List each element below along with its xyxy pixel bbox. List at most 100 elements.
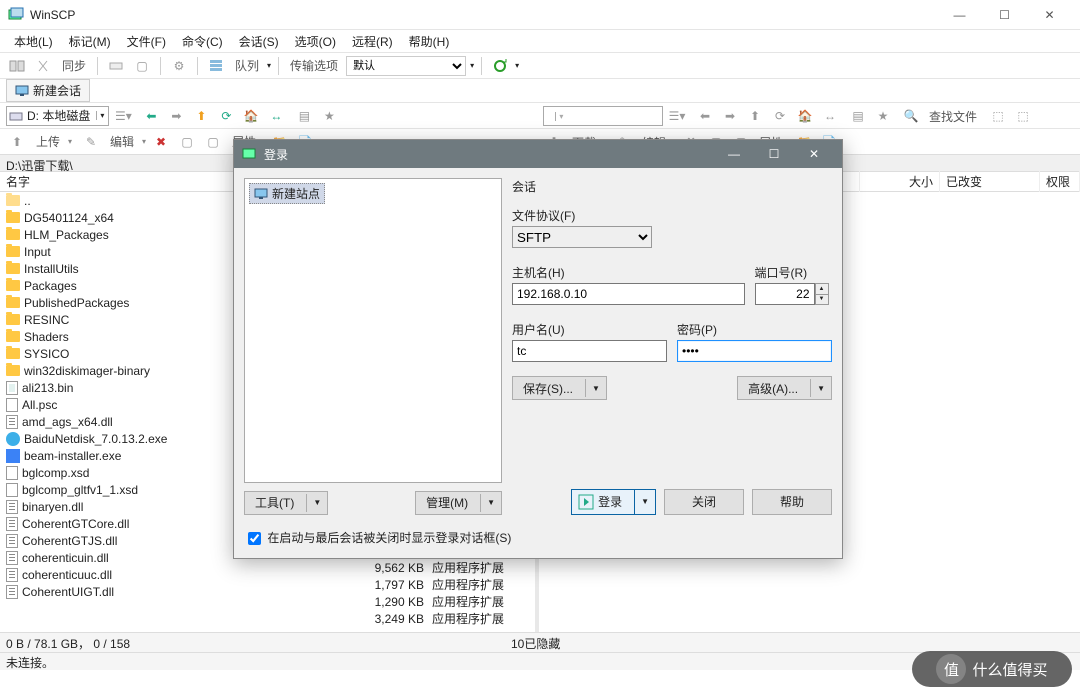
- site-list[interactable]: 新建站点: [244, 178, 502, 483]
- monitor-icon: [15, 85, 29, 97]
- remote-home-icon[interactable]: 🏠: [794, 105, 816, 127]
- remote-back-icon[interactable]: ⬅: [694, 105, 716, 127]
- rcol-date-header[interactable]: 已改变: [940, 171, 1040, 192]
- remote-sync-icon[interactable]: ↔: [819, 105, 841, 127]
- remote-misc-1-icon[interactable]: ⬚: [987, 105, 1009, 127]
- refresh-icon[interactable]: [489, 55, 511, 77]
- login-title-bar[interactable]: 登录 — ☐ ✕: [234, 140, 842, 168]
- protocol-select[interactable]: SFTP: [512, 226, 652, 248]
- menu-mark[interactable]: 标记(M): [63, 31, 117, 52]
- session-group-label: 会话: [512, 178, 832, 195]
- remote-filter-icon[interactable]: ☰▾: [666, 105, 688, 127]
- sync-dir-icon[interactable]: ↔: [265, 105, 287, 127]
- login-dialog: 登录 — ☐ ✕ 新建站点 工具(T)▼ 管理(M)▼: [233, 139, 843, 559]
- login-button[interactable]: 登录 ▼: [571, 489, 656, 515]
- table-row[interactable]: 1,290 KB应用程序扩展: [233, 593, 538, 610]
- host-input[interactable]: [512, 283, 745, 305]
- queue-icon[interactable]: [205, 55, 227, 77]
- remote-up-icon[interactable]: ⬆: [744, 105, 766, 127]
- transfer-options-label: 传输选项: [286, 57, 342, 74]
- menu-help[interactable]: 帮助(H): [403, 31, 456, 52]
- connection-text: 未连接。: [6, 656, 54, 670]
- forward-icon[interactable]: ➡: [165, 105, 187, 127]
- rcol-size-header[interactable]: 大小: [860, 171, 940, 192]
- remote-bookmark-icon[interactable]: ★: [872, 105, 894, 127]
- rename-icon[interactable]: ▢: [176, 131, 198, 153]
- hidden-count: 10已隐藏: [511, 635, 560, 650]
- refresh-local-icon[interactable]: ⟳: [215, 105, 237, 127]
- table-row[interactable]: 3,249 KB应用程序扩展: [233, 610, 538, 627]
- port-spinner[interactable]: ▲▼: [815, 283, 829, 305]
- find-files-icon[interactable]: 🔍: [900, 105, 922, 127]
- bookmark-icon[interactable]: ★: [318, 105, 340, 127]
- login-close-button[interactable]: ✕: [794, 140, 834, 168]
- username-input[interactable]: [512, 340, 667, 362]
- sync-label[interactable]: 同步: [58, 57, 90, 74]
- pass-label: 密码(P): [677, 321, 832, 338]
- window-controls: — ☐ ✕: [937, 0, 1072, 30]
- menu-file[interactable]: 文件(F): [121, 31, 172, 52]
- port-input[interactable]: [755, 283, 815, 305]
- session-tab-bar: 新建会话: [0, 78, 1080, 102]
- transfer-icon[interactable]: [105, 55, 127, 77]
- close-button[interactable]: ✕: [1027, 0, 1072, 30]
- help-dialog-button[interactable]: 帮助: [752, 489, 832, 515]
- remote-misc-2-icon[interactable]: ⬚: [1012, 105, 1034, 127]
- home-icon[interactable]: 🏠: [240, 105, 262, 127]
- login-minimize-button[interactable]: —: [714, 140, 754, 168]
- edit-label[interactable]: 编辑: [106, 133, 138, 150]
- up-icon[interactable]: ⬆: [190, 105, 212, 127]
- props-icon[interactable]: ▢: [202, 131, 224, 153]
- tools-button[interactable]: 工具(T)▼: [244, 491, 328, 515]
- manage-button[interactable]: 管理(M)▼: [415, 491, 502, 515]
- delete-icon[interactable]: ✖: [150, 131, 172, 153]
- menu-session[interactable]: 会话(S): [233, 31, 285, 52]
- watermark-icon: 值: [936, 654, 966, 684]
- remote-forward-icon[interactable]: ➡: [719, 105, 741, 127]
- filter-icon[interactable]: ☰▾: [112, 105, 134, 127]
- table-row[interactable]: 9,562 KB应用程序扩展: [233, 559, 538, 576]
- rcol-perm-header[interactable]: 权限: [1040, 171, 1080, 192]
- protocol-label: 文件协议(F): [512, 207, 832, 224]
- sync-browse-icon[interactable]: [6, 55, 28, 77]
- login-app-icon: [242, 146, 258, 162]
- new-site-label: 新建站点: [272, 185, 320, 202]
- panel-nav-toolbar: D: 本地磁盘 ▾ ☰▾ ⬅ ➡ ⬆ ⟳ 🏠 ↔ ▤ ★ ▾ ☰▾ ⬅ ➡ ⬆ …: [0, 102, 1080, 128]
- login-maximize-button[interactable]: ☐: [754, 140, 794, 168]
- close-dialog-button[interactable]: 关闭: [664, 489, 744, 515]
- menu-command[interactable]: 命令(C): [176, 31, 229, 52]
- title-bar: WinSCP — ☐ ✕: [0, 0, 1080, 30]
- minimize-button[interactable]: —: [937, 0, 982, 30]
- remote-refresh-icon[interactable]: ⟳: [769, 105, 791, 127]
- back-icon[interactable]: ⬅: [140, 105, 162, 127]
- edit-icon[interactable]: ✎: [80, 131, 102, 153]
- app-title: WinSCP: [30, 8, 937, 22]
- remote-drive-combo[interactable]: ▾: [543, 106, 663, 126]
- advanced-button[interactable]: 高级(A)...▼: [737, 376, 832, 400]
- new-site-item[interactable]: 新建站点: [249, 183, 325, 204]
- save-button[interactable]: 保存(S)...▼: [512, 376, 607, 400]
- login-title-text: 登录: [264, 146, 714, 163]
- remote-tree-icon[interactable]: ▤: [847, 105, 869, 127]
- watermark-text: 什么值得买: [972, 659, 1047, 680]
- upload-label[interactable]: 上传: [32, 133, 64, 150]
- new-session-tab[interactable]: 新建会话: [6, 79, 90, 102]
- compare-icon[interactable]: [32, 55, 54, 77]
- menu-local[interactable]: 本地(L): [8, 31, 59, 52]
- queue-label[interactable]: 队列: [231, 57, 263, 74]
- transfer-combo[interactable]: 默认: [346, 56, 466, 76]
- settings-icon[interactable]: ⚙: [168, 55, 190, 77]
- find-files-label[interactable]: 查找文件: [925, 108, 981, 125]
- console-icon[interactable]: ▢: [131, 55, 153, 77]
- password-input[interactable]: [677, 340, 832, 362]
- maximize-button[interactable]: ☐: [982, 0, 1027, 30]
- show-on-start-checkbox[interactable]: 在启动与最后会话被关闭时显示登录对话框(S): [244, 531, 511, 545]
- login-go-icon: [578, 494, 594, 510]
- menu-remote[interactable]: 远程(R): [346, 31, 399, 52]
- tree-icon[interactable]: ▤: [293, 105, 315, 127]
- upload-icon[interactable]: ⬆: [6, 131, 28, 153]
- table-row[interactable]: 1,797 KB应用程序扩展: [233, 576, 538, 593]
- menu-options[interactable]: 选项(O): [289, 31, 342, 52]
- local-drive-label: D: 本地磁盘: [27, 107, 90, 124]
- local-drive-combo[interactable]: D: 本地磁盘 ▾: [6, 106, 109, 126]
